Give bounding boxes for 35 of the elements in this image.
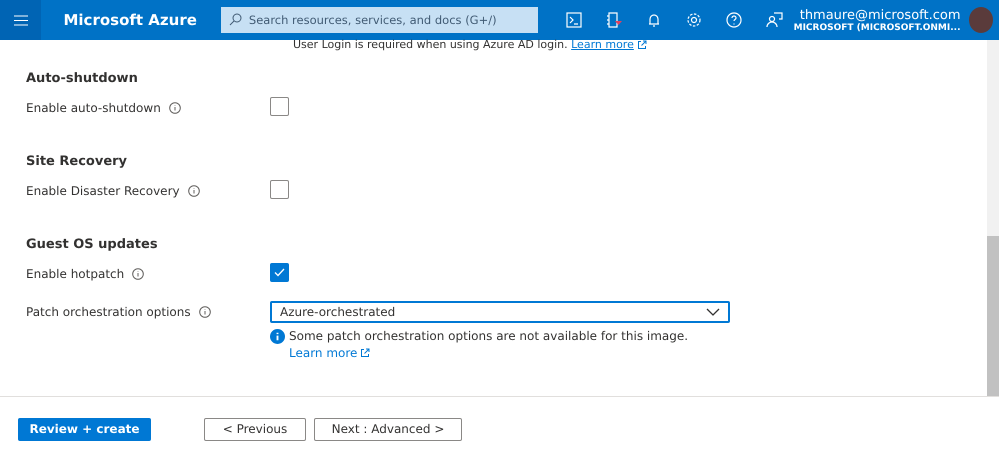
check-icon — [274, 268, 285, 277]
login-note: User Login is required when using Azure AD login. — [293, 38, 569, 51]
checkbox[interactable] — [270, 97, 289, 116]
chevron-down-icon — [706, 308, 720, 316]
external-link-icon — [636, 40, 647, 50]
search-icon — [228, 13, 242, 26]
patch-orchestration-dropdown[interactable]: Azure-orchestrated — [270, 301, 730, 323]
account-directory[interactable]: MICROSOFT (MICROSOFT.ONMI... — [794, 22, 960, 32]
section-title: Site Recovery — [26, 154, 128, 169]
info-icon — [270, 329, 285, 344]
next-button[interactable]: Next : Advanced > — [314, 418, 462, 440]
info-icon[interactable] — [132, 268, 144, 280]
brand-title[interactable]: Microsoft Azure — [63, 11, 197, 29]
field-label: Enable Disaster Recovery — [26, 184, 180, 198]
menu-icon — [14, 14, 28, 26]
section-title: Guest OS updates — [26, 237, 159, 252]
field-label: Patch orchestration options — [26, 305, 191, 319]
search-field[interactable]: Search resources, services, and docs (G+/) — [220, 7, 538, 33]
info-icon[interactable] — [188, 185, 200, 197]
field-label: Enable auto-shutdown — [26, 101, 161, 115]
info-icon[interactable] — [168, 102, 181, 114]
section-title: Auto-shutdown — [26, 71, 139, 86]
review-create-button[interactable]: Review + create — [18, 418, 151, 440]
learn-more-link[interactable]: Learn more — [289, 346, 688, 360]
info-icon[interactable] — [198, 306, 211, 318]
field-label: Enable hotpatch — [26, 267, 124, 281]
external-link-icon — [360, 348, 370, 358]
previous-button[interactable]: < Previous — [204, 418, 306, 440]
scrollbar[interactable] — [987, 40, 999, 396]
learn-more-link[interactable]: Learn more — [571, 40, 647, 50]
checkbox[interactable] — [270, 263, 289, 282]
account-email[interactable]: thmaure@microsoft.com — [800, 8, 960, 22]
info-message: Some patch orchestration options are not available for this image. — [289, 329, 688, 343]
checkbox[interactable] — [270, 180, 289, 199]
menu-button[interactable] — [0, 0, 42, 40]
